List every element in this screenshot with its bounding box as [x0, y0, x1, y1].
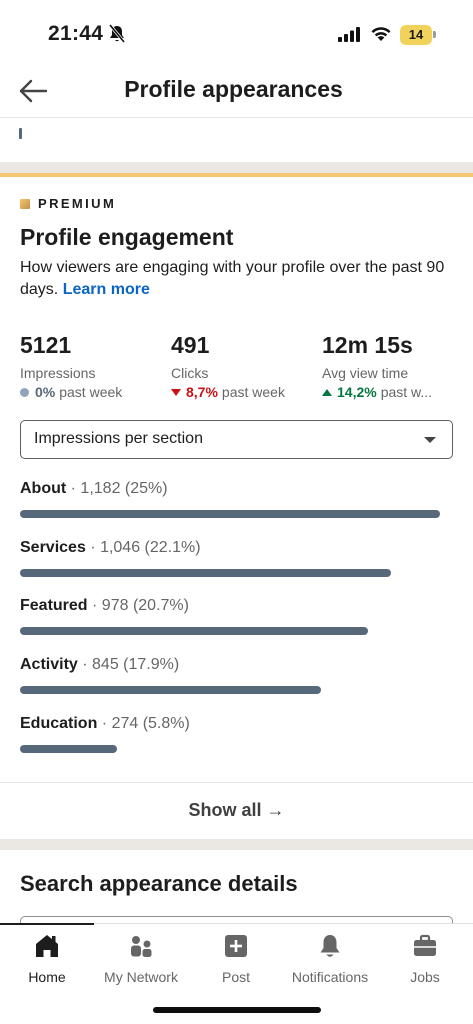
show-all-button[interactable]: Show all →	[0, 800, 473, 821]
section-text: Education · 274 (5.8%)	[20, 715, 460, 733]
section-separator	[0, 839, 473, 850]
section-name: Education	[20, 715, 98, 732]
battery-icon: 14	[400, 25, 432, 45]
section-row-activity[interactable]: Activity · 845 (17.9%)	[20, 656, 460, 714]
profile-engagement-title: Profile engagement	[20, 224, 234, 250]
search-appearance-title: Search appearance details	[20, 871, 298, 896]
bell-off-icon	[108, 24, 126, 43]
section-row-about[interactable]: About · 1,182 (25%)	[20, 480, 460, 538]
nav-jobs[interactable]: Jobs	[378, 932, 472, 985]
nav-label: Post	[221, 969, 250, 985]
metric-value: 5121	[20, 332, 72, 358]
section-separator	[0, 162, 473, 173]
wifi-icon	[371, 27, 391, 41]
section-bar	[20, 745, 117, 753]
section-detail: · 1,182 (25%)	[66, 480, 168, 497]
cellular-signal-icon	[338, 27, 360, 42]
metric-label: Clicks	[171, 365, 209, 381]
section-row-education[interactable]: Education · 274 (5.8%)	[20, 715, 460, 773]
section-text: About · 1,182 (25%)	[20, 480, 460, 498]
dropdown-selected-value: Impressions per section	[34, 430, 203, 447]
nav-label: My Network	[104, 969, 178, 985]
network-icon	[131, 936, 152, 957]
section-bar	[20, 627, 368, 635]
metric-change-suffix: past week	[221, 384, 285, 400]
metric-value: 12m 15s	[322, 332, 413, 358]
metric-change-suffix: past week	[59, 384, 123, 400]
section-bar	[20, 569, 391, 577]
page-header: Profile appearances	[0, 68, 473, 118]
premium-label: PREMIUM	[38, 196, 117, 211]
section-text: Services · 1,046 (22.1%)	[20, 539, 460, 557]
trend-down-icon	[171, 388, 181, 396]
home-indicator[interactable]	[153, 1007, 321, 1013]
metric-label: Impressions	[20, 365, 96, 381]
section-row-services[interactable]: Services · 1,046 (22.1%)	[20, 539, 460, 597]
metric-change-value: 0%	[35, 384, 56, 400]
nav-home[interactable]: Home	[0, 932, 94, 985]
metric-change-value: 14,2%	[337, 384, 377, 400]
metric-change: 8,7% past week	[171, 384, 285, 400]
active-tab-indicator	[0, 923, 94, 925]
nav-label: Notifications	[291, 969, 369, 985]
caret-down-icon	[424, 437, 436, 443]
metric-change: 0% past week	[20, 384, 122, 400]
metric-label: Avg view time	[322, 365, 409, 381]
bell-icon	[320, 935, 340, 957]
nav-notifications[interactable]: Notifications	[283, 932, 377, 985]
section-name: Activity	[20, 656, 78, 673]
section-row-featured[interactable]: Featured · 978 (20.7%)	[20, 597, 460, 655]
engagement-metrics: 5121 Impressions 0% past week 491 Clicks…	[20, 332, 460, 402]
battery-tip	[433, 31, 436, 38]
metric-avg-view-time[interactable]: 12m 15s Avg view time 14,2% past w...	[322, 332, 432, 400]
neutral-dot-icon	[20, 387, 29, 397]
status-bar: 21:44 14	[0, 0, 473, 68]
section-detail: · 845 (17.9%)	[77, 656, 180, 673]
section-detail: · 274 (5.8%)	[97, 715, 190, 732]
metric-value: 491	[171, 332, 210, 358]
divider	[0, 782, 473, 783]
status-time: 21:44	[48, 22, 104, 45]
nav-label: Home	[28, 969, 66, 985]
metric-change: 14,2% past w...	[322, 384, 432, 400]
nav-post[interactable]: Post	[189, 932, 283, 985]
section-bar	[20, 510, 440, 518]
trend-up-icon	[322, 388, 332, 396]
premium-accent-line	[0, 173, 473, 177]
briefcase-icon	[414, 934, 436, 956]
metric-impressions[interactable]: 5121 Impressions 0% past week	[20, 332, 122, 400]
section-name: Featured	[20, 597, 88, 614]
premium-badge: PREMIUM	[20, 196, 116, 211]
section-name: About	[20, 480, 67, 497]
metric-change-value: 8,7%	[186, 384, 218, 400]
nav-my-network[interactable]: My Network	[94, 932, 188, 985]
home-icon	[36, 935, 58, 957]
impressions-section-select[interactable]: Impressions per section	[20, 420, 453, 459]
metric-clicks[interactable]: 491 Clicks 8,7% past week	[171, 332, 285, 400]
learn-more-link[interactable]: Learn more	[63, 281, 150, 298]
section-detail: · 978 (20.7%)	[87, 597, 189, 614]
metric-change-suffix: past w...	[380, 384, 433, 400]
page-title: Profile appearances	[0, 76, 473, 103]
nav-label: Jobs	[410, 969, 440, 985]
section-name: Services	[20, 539, 86, 556]
profile-engagement-description: How viewers are engaging with your profi…	[20, 257, 460, 301]
section-text: Featured · 978 (20.7%)	[20, 597, 460, 615]
premium-logo-icon	[20, 198, 30, 209]
section-detail: · 1,046 (22.1%)	[85, 539, 201, 556]
page-title-text: Profile appearances	[124, 76, 343, 102]
post-icon	[225, 935, 247, 957]
section-text: Activity · 845 (17.9%)	[20, 656, 460, 674]
previous-chart-bar-stub	[19, 128, 22, 139]
section-bar	[20, 686, 321, 694]
